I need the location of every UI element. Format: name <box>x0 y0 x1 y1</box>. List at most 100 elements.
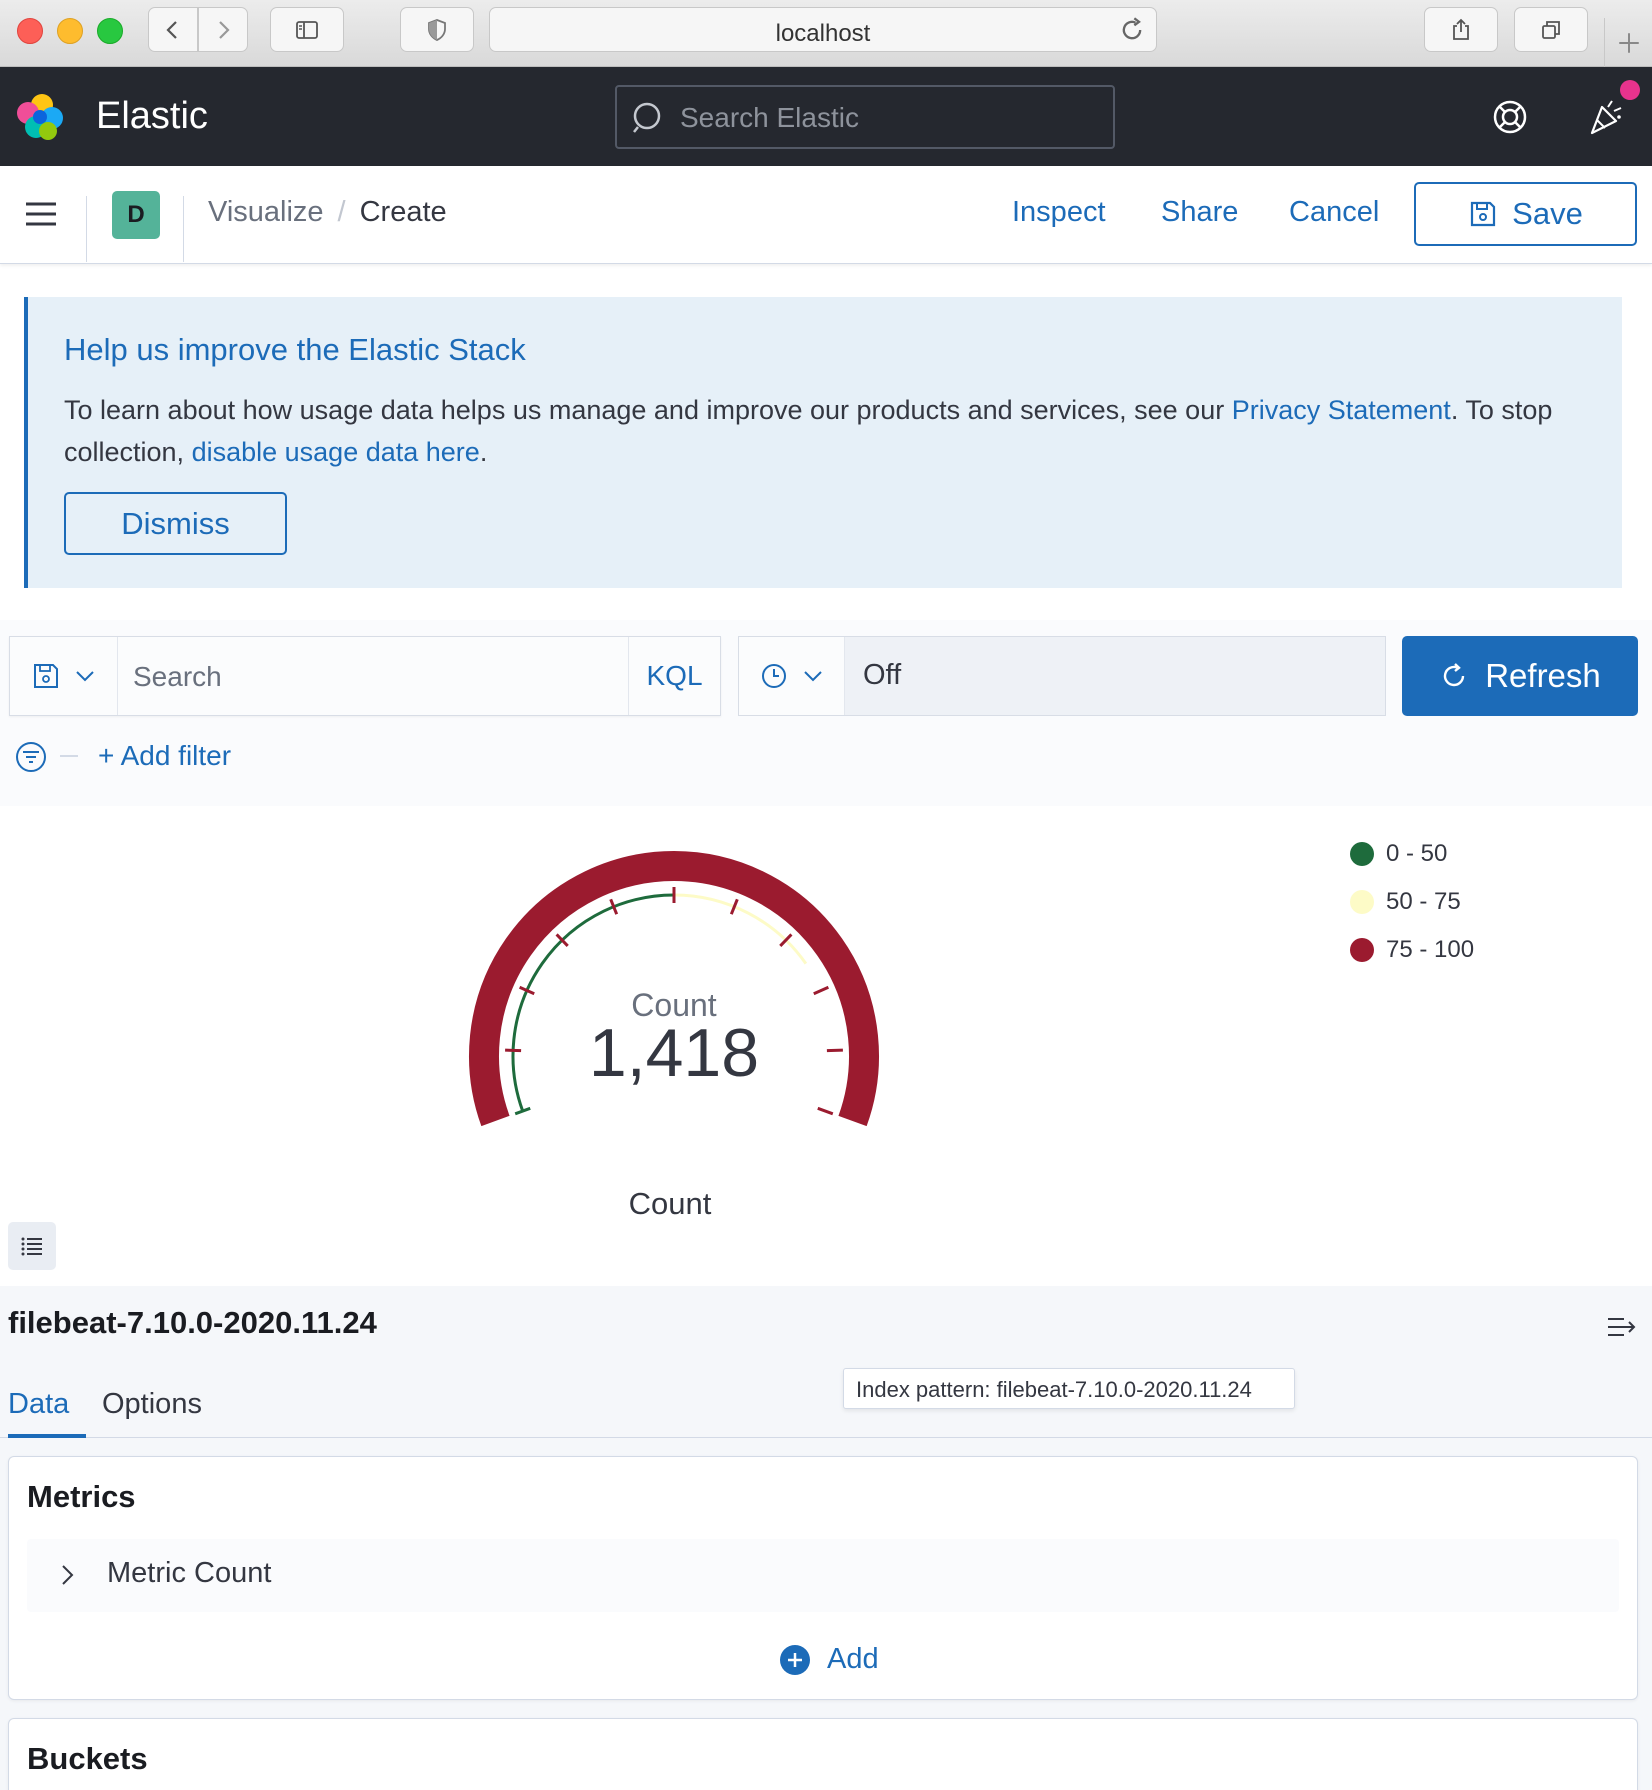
toolbar-divider <box>86 196 87 262</box>
chevron-down-icon <box>75 671 94 682</box>
gauge-chart: Count 1,418 <box>469 851 879 1127</box>
refresh-interval-value: Off <box>863 659 902 691</box>
privacy-button[interactable] <box>400 7 474 52</box>
saved-query-button[interactable] <box>10 637 118 715</box>
filter-icon[interactable] <box>14 740 48 774</box>
legend-item[interactable]: 75 - 100 <box>1350 926 1474 974</box>
save-label: Save <box>1512 196 1583 231</box>
buckets-title: Buckets <box>27 1741 148 1776</box>
plus-circle-icon <box>780 1644 810 1675</box>
window-close-button[interactable] <box>17 18 43 44</box>
legend-color-dot <box>1350 938 1374 962</box>
back-button[interactable] <box>148 7 198 52</box>
query-language-button[interactable]: KQL <box>628 637 720 715</box>
brand-name[interactable]: Elastic <box>96 95 208 138</box>
save-button[interactable]: Save <box>1414 182 1637 246</box>
share-button[interactable]: Share <box>1161 196 1238 229</box>
newsfeed-icon[interactable] <box>1586 95 1628 137</box>
elastic-logo-icon[interactable] <box>14 91 66 143</box>
metric-count-row[interactable]: Metric Count <box>27 1539 1619 1612</box>
window-zoom-button[interactable] <box>97 18 123 44</box>
index-pattern-title: filebeat-7.10.0-2020.11.24 <box>8 1305 377 1340</box>
plus-icon <box>1618 32 1639 53</box>
refresh-interval-picker[interactable]: Off <box>738 636 1386 716</box>
legend-color-dot <box>1350 890 1374 914</box>
callout-text: . <box>479 437 488 467</box>
quick-menu-button[interactable] <box>739 637 845 715</box>
chevron-right-icon <box>219 20 230 39</box>
tab-options[interactable]: Options <box>102 1376 202 1438</box>
forward-button[interactable] <box>198 7 248 52</box>
gauge-value: 1,418 <box>589 1015 759 1091</box>
chevron-down-icon <box>803 671 822 682</box>
new-tab-button[interactable] <box>1604 18 1652 67</box>
legend-item[interactable]: 50 - 75 <box>1350 878 1474 926</box>
breadcrumb-visualize[interactable]: Visualize <box>208 196 324 229</box>
help-icon[interactable] <box>1490 97 1530 137</box>
sidebar-toggle-button[interactable] <box>270 7 344 52</box>
disable-usage-data-link[interactable]: disable usage data here <box>192 437 480 467</box>
share-browser-button[interactable] <box>1424 7 1498 52</box>
buckets-panel: Buckets <box>8 1718 1638 1790</box>
notification-badge <box>1620 80 1640 100</box>
list-icon <box>21 1237 42 1256</box>
gauge-tick <box>826 1048 843 1053</box>
gauge-tick <box>505 1048 522 1053</box>
refresh-button[interactable]: Refresh <box>1402 636 1638 716</box>
add-metric-label: Add <box>827 1643 879 1675</box>
filter-divider <box>60 755 78 757</box>
sidebar-icon <box>296 20 318 39</box>
editor-tabs: Data Options <box>0 1376 1652 1438</box>
visualization-area: Count 1,418 0 - 50 50 - 75 75 - 100 Count <box>0 806 1652 1286</box>
share-icon <box>1453 18 1469 40</box>
legend-toggle-button[interactable] <box>8 1222 56 1270</box>
query-bar-area: Search KQL Off Refresh + Add filter <box>0 620 1652 806</box>
tabs-overview-button[interactable] <box>1514 7 1588 52</box>
save-icon <box>33 664 58 688</box>
chevron-right-icon <box>62 1565 74 1585</box>
browser-chrome: localhost <box>0 0 1652 67</box>
tab-data[interactable]: Data <box>8 1376 86 1438</box>
toolbar-divider <box>183 196 184 262</box>
legend-item[interactable]: 0 - 50 <box>1350 830 1474 878</box>
legend-label: 50 - 75 <box>1386 888 1461 915</box>
space-avatar[interactable]: D <box>112 191 160 239</box>
url-text: localhost <box>775 20 871 47</box>
clock-icon <box>761 664 786 688</box>
refresh-icon <box>1444 663 1465 687</box>
address-bar[interactable]: localhost <box>489 7 1157 52</box>
metric-count-label: Metric Count <box>107 1557 272 1589</box>
privacy-statement-link[interactable]: Privacy Statement <box>1232 395 1451 425</box>
legend-label: 75 - 100 <box>1386 936 1475 963</box>
save-icon <box>1471 201 1496 227</box>
global-search-input[interactable]: Search Elastic <box>615 85 1115 149</box>
gauge-axis-label: Count <box>628 1186 712 1221</box>
legend-label: 0 - 50 <box>1386 840 1448 867</box>
window-minimize-button[interactable] <box>57 18 83 44</box>
inspect-button[interactable]: Inspect <box>1012 196 1106 229</box>
search-icon <box>633 102 661 133</box>
cancel-button[interactable]: Cancel <box>1289 196 1379 229</box>
add-filter-button[interactable]: + Add filter <box>98 740 231 772</box>
index-pattern-tooltip: Index pattern: filebeat-7.10.0-2020.11.2… <box>843 1368 1295 1409</box>
breadcrumb-create: Create <box>359 196 447 228</box>
dismiss-button[interactable]: Dismiss <box>64 492 287 555</box>
breadcrumb: Visualize / Create <box>208 196 447 229</box>
reload-icon[interactable] <box>1118 16 1146 44</box>
query-search-input[interactable]: Search KQL <box>9 636 721 716</box>
global-search-placeholder: Search Elastic <box>680 102 859 133</box>
hamburger-menu-icon[interactable] <box>24 199 58 229</box>
gauge-legend: 0 - 50 50 - 75 75 - 100 <box>1350 830 1474 974</box>
breadcrumb-separator: / <box>337 196 346 228</box>
collapse-sidebar-icon[interactable] <box>1604 1310 1638 1344</box>
add-metric-button[interactable]: Add <box>779 1643 879 1676</box>
metrics-panel: Metrics Metric Count Add <box>8 1456 1638 1700</box>
callout-text: To learn about how usage data helps us m… <box>64 395 1232 425</box>
legend-color-dot <box>1350 842 1374 866</box>
metrics-title: Metrics <box>27 1479 136 1514</box>
refresh-label: Refresh <box>1485 657 1601 694</box>
chevron-left-icon <box>166 20 177 39</box>
app-toolbar: D Visualize / Create Inspect Share Cance… <box>0 166 1652 264</box>
visualization-editor: filebeat-7.10.0-2020.11.24 Data Options … <box>0 1286 1652 1790</box>
callout-title: Help us improve the Elastic Stack <box>64 332 526 367</box>
